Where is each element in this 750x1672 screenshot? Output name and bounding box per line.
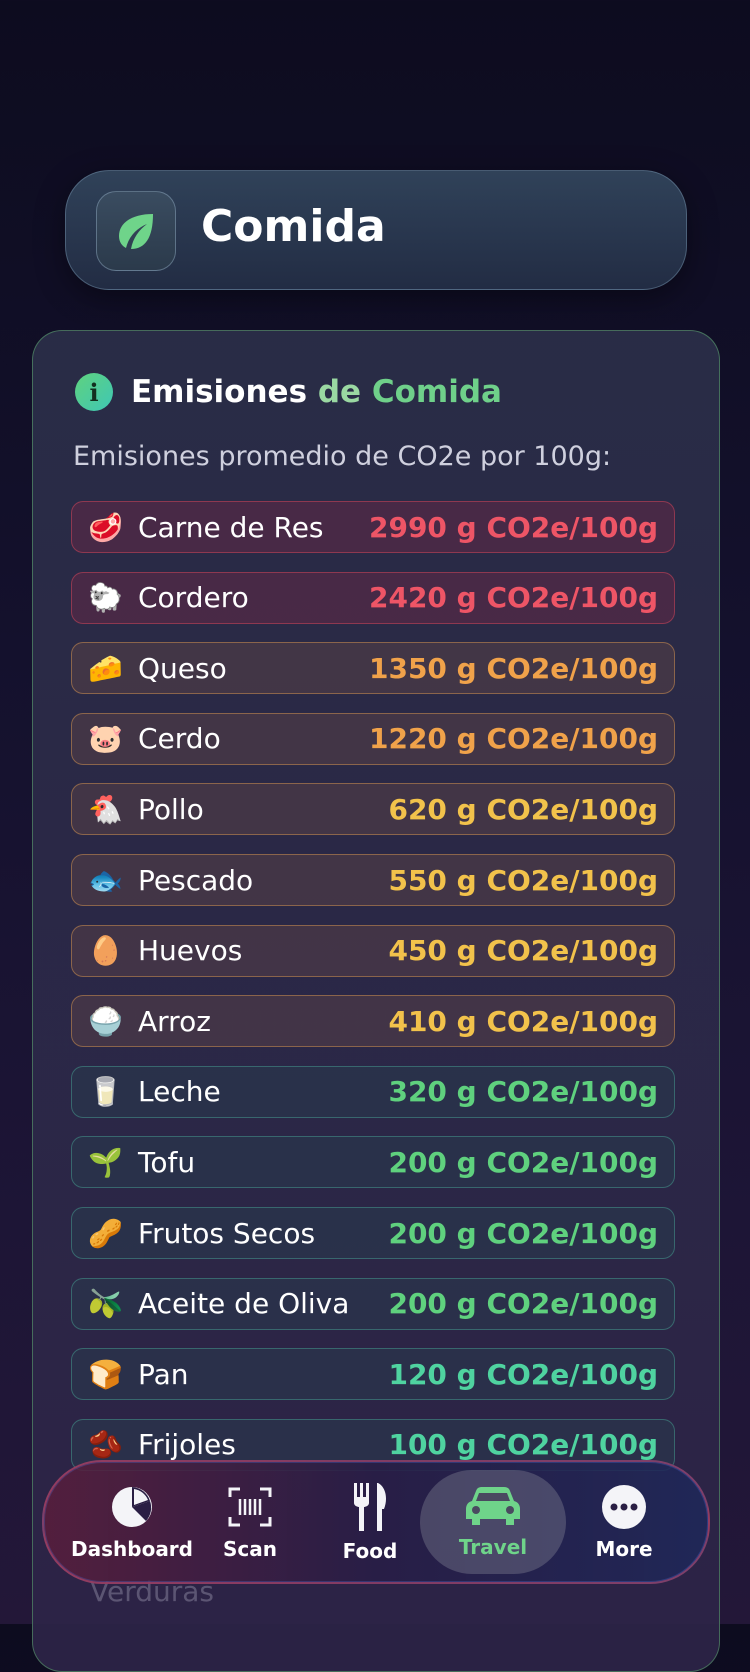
food-emission-value: 100 g CO2e/100g — [388, 1428, 658, 1462]
food-emoji: 🍞 — [88, 1357, 123, 1391]
nav-food[interactable]: Food — [310, 1462, 430, 1582]
food-name: Pollo — [138, 792, 204, 826]
food-emission-value: 620 g CO2e/100g — [388, 792, 658, 826]
nav-dashboard[interactable]: Dashboard — [71, 1462, 193, 1582]
car-icon — [466, 1487, 520, 1525]
page-title: Comida — [201, 201, 386, 252]
more-dots-icon — [602, 1485, 646, 1529]
food-emoji: 🍚 — [88, 1004, 123, 1038]
food-emoji: 🐑 — [88, 581, 123, 615]
nav-scan[interactable]: Scan — [190, 1462, 310, 1582]
food-name: Aceite de Oliva — [138, 1287, 350, 1321]
card-subtitle: Emisiones promedio de CO2e por 100g: — [73, 441, 612, 472]
food-emission-value: 2990 g CO2e/100g — [368, 510, 658, 544]
food-name: Queso — [138, 651, 227, 685]
nav-label: Scan — [223, 1537, 277, 1561]
food-emoji: 🥚 — [88, 934, 123, 968]
food-emoji: 🐷 — [88, 722, 123, 756]
nav-label: Travel — [458, 1535, 528, 1559]
food-emission-value: 410 g CO2e/100g — [388, 1004, 658, 1038]
food-name: Tofu — [138, 1145, 196, 1179]
bottom-nav: Dashboard Scan Food Travel More — [42, 1460, 710, 1584]
food-row: 🐷 Cerdo 1220 g CO2e/100g — [71, 712, 675, 765]
food-emission-value: 320 g CO2e/100g — [388, 1075, 658, 1109]
food-emoji: 🥩 — [88, 510, 123, 544]
food-emoji: 🐔 — [88, 792, 123, 826]
food-emission-value: 550 g CO2e/100g — [388, 863, 658, 897]
food-name: Frijoles — [138, 1428, 236, 1462]
food-emoji: 🧀 — [88, 651, 123, 685]
food-emoji: 🌱 — [88, 1145, 123, 1179]
nav-label: More — [595, 1537, 653, 1561]
food-name: Cordero — [138, 581, 249, 615]
food-emission-value: 1220 g CO2e/100g — [368, 722, 658, 756]
food-row: 🐑 Cordero 2420 g CO2e/100g — [71, 571, 675, 624]
food-name: Arroz — [138, 1004, 211, 1038]
food-name: Pescado — [138, 863, 254, 897]
card-header: i Emisiones de Comida — [75, 373, 502, 411]
leaf-icon — [96, 191, 176, 271]
food-emoji: 🫒 — [88, 1287, 123, 1321]
food-row: 🍞 Pan 120 g CO2e/100g — [71, 1348, 675, 1401]
food-emoji: 🥛 — [88, 1075, 123, 1109]
food-row: 🥛 Leche 320 g CO2e/100g — [71, 1065, 675, 1118]
food-row: 🥚 Huevos 450 g CO2e/100g — [71, 924, 675, 977]
food-name: Frutos Secos — [138, 1216, 316, 1250]
food-emission-value: 200 g CO2e/100g — [388, 1287, 658, 1321]
food-name: Huevos — [138, 934, 243, 968]
food-row: 🫒 Aceite de Oliva 200 g CO2e/100g — [71, 1277, 675, 1330]
header-pill: Comida — [65, 170, 687, 290]
food-row: 🐔 Pollo 620 g CO2e/100g — [71, 783, 675, 836]
food-row: 🍚 Arroz 410 g CO2e/100g — [71, 995, 675, 1048]
food-emission-value: 120 g CO2e/100g — [388, 1357, 658, 1391]
info-icon: i — [75, 373, 113, 411]
nav-label: Dashboard — [71, 1537, 193, 1561]
pie-chart-icon — [112, 1487, 152, 1527]
food-row: 🥩 Carne de Res 2990 g CO2e/100g — [71, 501, 675, 553]
food-name: Pan — [138, 1357, 189, 1391]
food-row: 🐟 Pescado 550 g CO2e/100g — [71, 854, 675, 906]
food-row: 🌱 Tofu 200 g CO2e/100g — [71, 1136, 675, 1189]
food-emission-value: 1350 g CO2e/100g — [368, 651, 658, 685]
card-title: Emisiones de Comida — [131, 374, 502, 410]
food-row: 🧀 Queso 1350 g CO2e/100g — [71, 642, 675, 695]
food-emission-value: 200 g CO2e/100g — [388, 1216, 658, 1250]
food-emoji: 🐟 — [88, 863, 123, 897]
nav-label: Food — [342, 1539, 398, 1563]
food-emission-value: 2420 g CO2e/100g — [368, 581, 658, 615]
food-emoji: 🫘 — [88, 1428, 123, 1462]
food-row: 🥜 Frutos Secos 200 g CO2e/100g — [71, 1207, 675, 1259]
food-name: Leche — [138, 1075, 221, 1109]
food-emoji: 🥜 — [88, 1216, 123, 1250]
nav-travel[interactable]: Travel — [420, 1470, 566, 1574]
fork-knife-icon — [354, 1483, 386, 1531]
food-emission-value: 450 g CO2e/100g — [388, 934, 658, 968]
barcode-scan-icon — [228, 1487, 272, 1527]
nav-more[interactable]: More — [564, 1462, 684, 1582]
food-name: Cerdo — [138, 722, 221, 756]
food-name: Carne de Res — [138, 510, 324, 544]
food-emission-value: 200 g CO2e/100g — [388, 1145, 658, 1179]
